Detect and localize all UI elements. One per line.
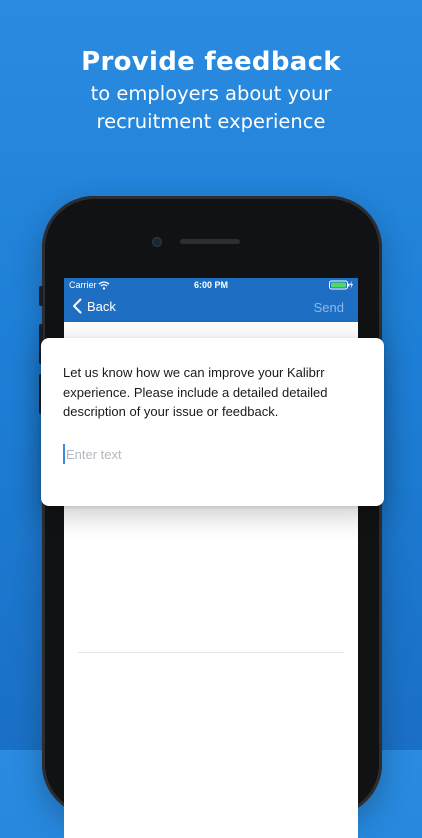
divider: [78, 652, 344, 653]
battery-icon: [329, 280, 353, 290]
headline-title: Provide feedback: [81, 47, 341, 77]
chevron-left-icon: [73, 298, 82, 314]
headline: Provide feedback to employers about your…: [0, 44, 422, 136]
send-button[interactable]: Send: [314, 300, 344, 315]
phone-frame: Carrier 6:00 PM Back Send: [39, 196, 382, 838]
camera-icon: [152, 237, 162, 247]
feedback-prompt: Let us know how we can improve your Kali…: [63, 365, 328, 419]
nav-bar: Back Send: [64, 292, 358, 322]
back-button[interactable]: Back: [72, 298, 116, 314]
back-label: Back: [87, 298, 116, 314]
status-bar: Carrier 6:00 PM: [64, 278, 358, 292]
speaker-grille: [180, 239, 240, 244]
feedback-input[interactable]: [63, 443, 366, 465]
mute-switch: [39, 286, 43, 306]
feedback-card: Let us know how we can improve your Kali…: [41, 338, 384, 506]
status-time: 6:00 PM: [193, 280, 228, 290]
headline-subtitle: to employers about your recruitment expe…: [90, 82, 332, 133]
